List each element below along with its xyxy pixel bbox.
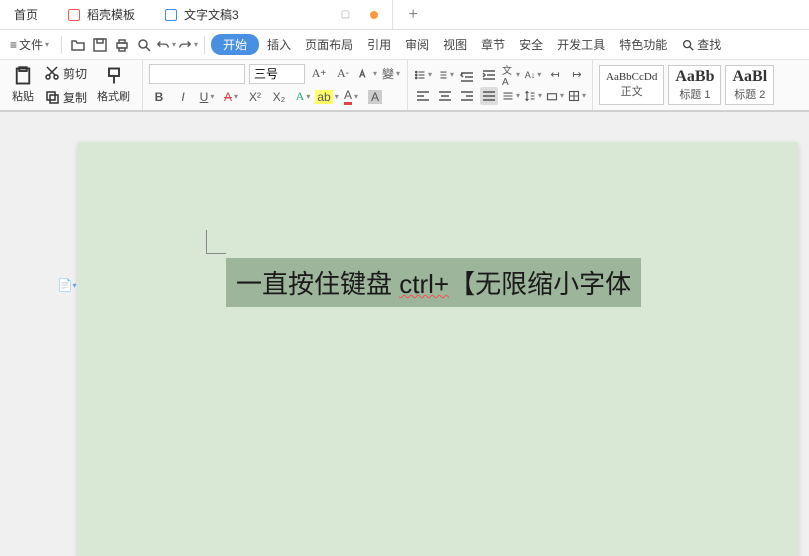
doc-icon [164, 8, 178, 22]
selected-text[interactable]: 一直按住键盘 ctrl+【无限缩小字体 [226, 258, 641, 307]
indent-increase-button[interactable] [480, 66, 498, 84]
tab-home[interactable]: 首页 [0, 0, 53, 29]
tab-template[interactable]: 稻壳模板 [53, 0, 150, 29]
menubar: ≡文件▾ 开始 插入 页面布局 引用 审阅 视图 章节 安全 开发工具 特色功能… [0, 30, 809, 60]
menu-review[interactable]: 审阅 [399, 32, 435, 57]
font-size-select[interactable] [249, 64, 305, 84]
menu-layout[interactable]: 页面布局 [299, 32, 359, 57]
align-justify-button[interactable] [480, 87, 498, 105]
paragraph-group: 文A A↓ ↤ ↦ [408, 60, 593, 110]
menu-devtools[interactable]: 开发工具 [551, 32, 611, 57]
borders-button[interactable] [568, 87, 586, 105]
outdent-button[interactable]: ↤ [546, 66, 564, 84]
copy-button[interactable]: 复制 [40, 87, 91, 108]
cut-button[interactable]: 剪切 [40, 63, 91, 84]
modified-dot-icon [370, 11, 378, 19]
template-icon [67, 8, 81, 22]
menu-insert[interactable]: 插入 [261, 32, 297, 57]
align-left-button[interactable] [414, 87, 432, 105]
strikethrough-button[interactable]: A [221, 87, 241, 107]
font-family-select[interactable] [149, 64, 245, 84]
menu-chapter[interactable]: 章节 [475, 32, 511, 57]
menu-security[interactable]: 安全 [513, 32, 549, 57]
format-painter-button[interactable]: 格式刷 [91, 66, 136, 104]
tab-document[interactable]: 文字文稿3 ▢ [150, 0, 393, 29]
highlight-button[interactable]: ab [317, 87, 337, 107]
open-icon[interactable] [68, 35, 88, 55]
menu-special[interactable]: 特色功能 [613, 32, 673, 57]
align-center-button[interactable] [436, 87, 454, 105]
page[interactable]: 📄▾ 一直按住键盘 ctrl+【无限缩小字体 [78, 142, 798, 556]
menu-reference[interactable]: 引用 [361, 32, 397, 57]
subscript-button[interactable]: X₂ [269, 87, 289, 107]
sort-button[interactable]: A↓ [524, 66, 542, 84]
font-color-button[interactable]: A [341, 87, 361, 107]
grow-font-button[interactable]: A+ [309, 64, 329, 84]
paste-button[interactable]: 粘贴 [6, 66, 40, 104]
phonetic-guide-button[interactable]: 變 [381, 64, 401, 84]
new-tab-button[interactable]: + [393, 0, 433, 29]
indent-decrease-button[interactable] [458, 66, 476, 84]
cursor-indicator [206, 230, 226, 254]
numbering-button[interactable] [436, 66, 454, 84]
menu-start[interactable]: 开始 [211, 34, 259, 55]
bullets-button[interactable] [414, 66, 432, 84]
align-right-button[interactable] [458, 87, 476, 105]
bold-button[interactable]: B [149, 87, 169, 107]
app-menu-button[interactable]: ≡文件▾ [4, 32, 55, 57]
style-heading1[interactable]: AaBb 标题 1 [668, 65, 721, 105]
distribute-button[interactable] [502, 87, 520, 105]
menu-view[interactable]: 视图 [437, 32, 473, 57]
separator [204, 36, 205, 54]
change-case-button[interactable] [357, 64, 377, 84]
italic-button[interactable]: I [173, 87, 193, 107]
document-tabs: 首页 稻壳模板 文字文稿3 ▢ + [0, 0, 809, 30]
separator [61, 36, 62, 54]
char-shading-button[interactable]: A [365, 87, 385, 107]
print-icon[interactable] [112, 35, 132, 55]
preview-icon[interactable] [134, 35, 154, 55]
undo-button[interactable] [156, 35, 176, 55]
underline-button[interactable]: U [197, 87, 217, 107]
paragraph-marker-icon[interactable]: 📄▾ [58, 276, 76, 294]
shrink-font-button[interactable]: A- [333, 64, 353, 84]
document-canvas[interactable]: 📄▾ 一直按住键盘 ctrl+【无限缩小字体 [0, 112, 809, 556]
text-effects-button[interactable]: A [293, 87, 313, 107]
ribbon: 粘贴 剪切 复制 格式刷 A+ A- 變 B I U A [0, 60, 809, 112]
styles-group: AaBbCcDd 正文 AaBb 标题 1 AaBl 标题 2 [593, 60, 784, 110]
redo-button[interactable] [178, 35, 198, 55]
superscript-button[interactable]: X² [245, 87, 265, 107]
shading-button[interactable] [546, 87, 564, 105]
line-spacing-button[interactable] [524, 87, 542, 105]
search-button[interactable]: 查找 [675, 32, 727, 57]
indent-button[interactable]: ↦ [568, 66, 586, 84]
style-body[interactable]: AaBbCcDd 正文 [599, 65, 664, 105]
save-icon[interactable] [90, 35, 110, 55]
restore-icon[interactable]: ▢ [341, 9, 350, 20]
clipboard-group: 粘贴 剪切 复制 格式刷 [0, 60, 143, 110]
style-heading2[interactable]: AaBl 标题 2 [725, 65, 774, 105]
text-direction-button[interactable]: 文A [502, 66, 520, 84]
font-group: A+ A- 變 B I U A X² X₂ A ab A A [143, 60, 408, 110]
